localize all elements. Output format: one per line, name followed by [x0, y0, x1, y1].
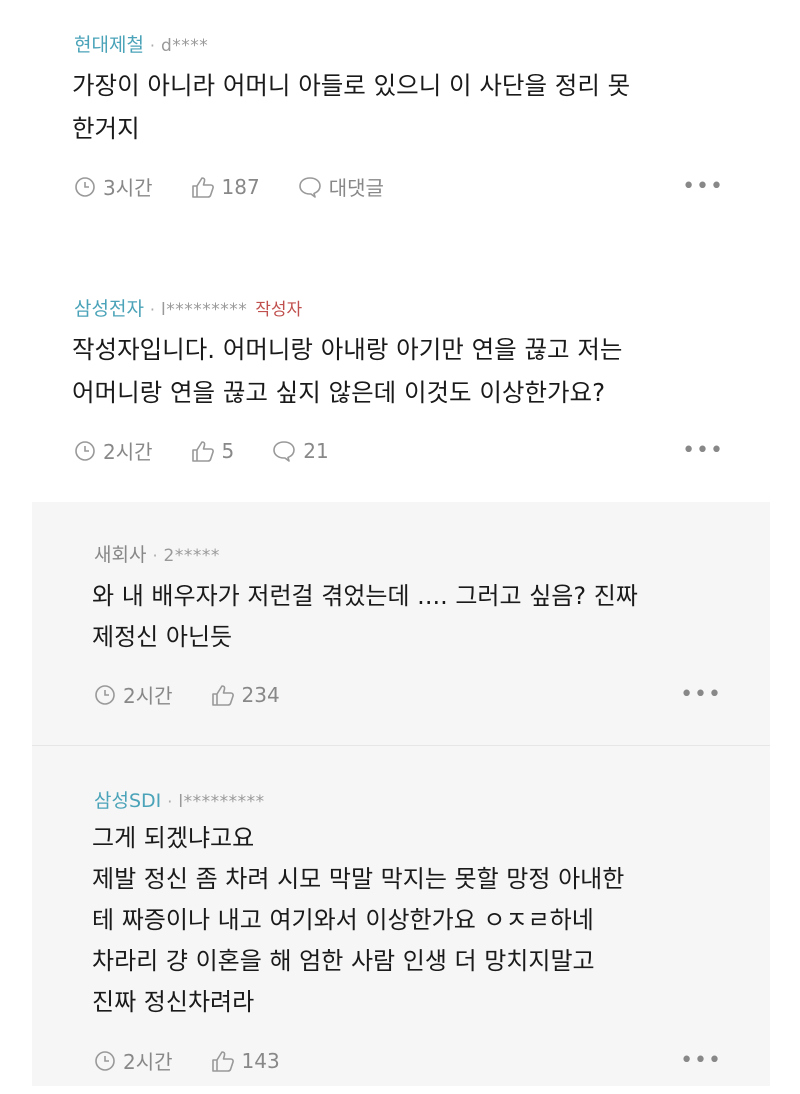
comment-actions: 3시간 187 대댓글 ••• — [74, 172, 724, 201]
time-stamp: 3시간 — [74, 172, 153, 201]
like-count: 234 — [241, 682, 280, 707]
like-count: 187 — [221, 174, 260, 199]
time-stamp: 2시간 — [94, 680, 173, 709]
comment-meta: 새회사 · 2***** — [94, 540, 220, 567]
reply-button[interactable]: 대댓글 — [298, 172, 384, 201]
username: l********* — [161, 300, 248, 320]
comment-line: 차라리 걍 이혼을 해 엄한 사람 인생 더 망치지말고 — [92, 947, 595, 975]
speech-bubble-icon — [298, 176, 321, 198]
comment-line: 제정신 아닌듯 — [92, 623, 233, 651]
username: l********* — [178, 792, 265, 812]
reply-comment: 삼성SDI · l********* 그게 되겠냐고요 제발 정신 좀 차려 시… — [32, 746, 770, 1086]
separator-dot: · — [149, 300, 156, 319]
comment-text: 가장이 아니라 어머니 아들로 있으니 이 사단을 정리 못 한거지 — [72, 64, 752, 150]
reply-count: 21 — [303, 438, 329, 463]
comment-actions: 2시간 5 21 ••• — [74, 436, 724, 465]
more-icon[interactable]: ••• — [680, 1048, 722, 1073]
comment-meta: 현대제철 · d**** — [74, 30, 208, 57]
company-name[interactable]: 현대제철 — [74, 30, 144, 57]
like-count: 143 — [241, 1048, 280, 1073]
clock-icon — [75, 176, 95, 197]
time-text: 2시간 — [103, 440, 153, 464]
like-button[interactable]: 234 — [211, 683, 280, 707]
more-icon[interactable]: ••• — [682, 438, 724, 463]
reply-label: 대댓글 — [328, 176, 384, 200]
clock-icon — [75, 440, 95, 461]
clock-icon — [95, 684, 115, 705]
username: d**** — [161, 36, 209, 56]
separator-dot: · — [149, 36, 156, 55]
company-name[interactable]: 새회사 — [94, 540, 146, 567]
author-badge: 작성자 — [255, 300, 303, 320]
like-count: 5 — [221, 438, 235, 463]
more-icon[interactable]: ••• — [680, 682, 722, 707]
like-button[interactable]: 143 — [211, 1049, 280, 1073]
comment-line: 테 짜증이나 내고 여기와서 이상한가요 ㅇㅈㄹ하네 — [92, 906, 594, 934]
comment-actions: 2시간 143 ••• — [94, 1046, 722, 1075]
thumbs-up-icon — [191, 176, 214, 198]
comment: 삼성전자 · l********* 작성자 작성자입니다. 어머니랑 아내랑 아… — [0, 240, 800, 502]
time-stamp: 2시간 — [94, 1046, 173, 1075]
reply-comment: 새회사 · 2***** 와 내 배우자가 저런걸 겪었는데 .... 그러고 … — [32, 502, 770, 746]
comment-line: 제발 정신 좀 차려 시모 막말 막지는 못할 망정 아내한 — [92, 865, 625, 893]
separator-dot: · — [152, 546, 158, 565]
comment-line: 그게 되겠냐고요 — [92, 824, 255, 852]
comment-line: 가장이 아니라 어머니 아들로 있으니 이 사단을 정리 못 — [72, 71, 631, 100]
thumbs-up-icon — [191, 440, 214, 462]
like-button[interactable]: 187 — [191, 175, 260, 199]
comment-line: 작성자입니다. 어머니랑 아내랑 아기만 연을 끊고 저는 — [72, 335, 623, 364]
time-text: 3시간 — [103, 176, 153, 200]
comment-line: 한거지 — [72, 114, 140, 143]
comment-line: 어머니랑 연을 끊고 싶지 않은데 이것도 이상한가요? — [72, 378, 606, 407]
time-text: 2시간 — [123, 684, 173, 708]
reply-button[interactable]: 21 — [272, 438, 329, 463]
speech-bubble-icon — [273, 440, 296, 462]
time-text: 2시간 — [123, 1050, 173, 1074]
comment-text: 그게 되겠냐고요 제발 정신 좀 차려 시모 막말 막지는 못할 망정 아내한 … — [92, 818, 772, 1023]
comment-actions: 2시간 234 ••• — [94, 680, 722, 709]
time-stamp: 2시간 — [74, 436, 153, 465]
username: 2***** — [163, 546, 220, 566]
company-name[interactable]: 삼성전자 — [74, 294, 144, 321]
comment-meta: 삼성전자 · l********* 작성자 — [74, 294, 302, 321]
thumbs-up-icon — [211, 1050, 234, 1072]
comment-text: 와 내 배우자가 저런걸 겪었는데 .... 그러고 싶음? 진짜 제정신 아닌… — [92, 576, 772, 658]
comment-line: 진짜 정신차려라 — [92, 988, 255, 1016]
comment-text: 작성자입니다. 어머니랑 아내랑 아기만 연을 끊고 저는 어머니랑 연을 끊고… — [72, 328, 752, 414]
comment: 현대제철 · d**** 가장이 아니라 어머니 아들로 있으니 이 사단을 정… — [0, 0, 800, 240]
clock-icon — [95, 1050, 115, 1071]
company-name[interactable]: 삼성SDI — [94, 786, 161, 813]
comment-line: 와 내 배우자가 저런걸 겪었는데 .... 그러고 싶음? 진짜 — [92, 582, 638, 610]
separator-dot: · — [167, 792, 173, 811]
thumbs-up-icon — [211, 684, 234, 706]
comment-meta: 삼성SDI · l********* — [94, 786, 265, 813]
like-button[interactable]: 5 — [191, 438, 235, 463]
more-icon[interactable]: ••• — [682, 174, 724, 199]
